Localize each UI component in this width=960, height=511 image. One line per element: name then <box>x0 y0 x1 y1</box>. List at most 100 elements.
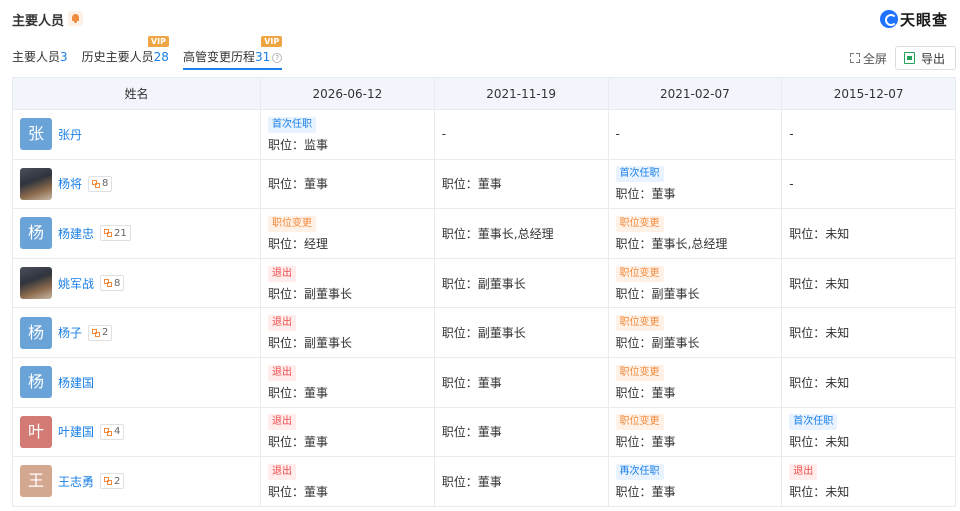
change-cell: 职位：未知 <box>781 208 956 259</box>
change-type-badge: 退出 <box>789 463 818 480</box>
change-type-badge: 职位变更 <box>615 315 664 332</box>
position-text: 职位：董事 <box>441 425 502 440</box>
change-cell: 首次任职 职位：董事 <box>607 158 783 210</box>
change-cell: 职位：董事 <box>433 406 609 458</box>
relation-icon <box>92 328 101 337</box>
relation-icon <box>104 427 113 436</box>
avatar[interactable] <box>20 167 52 200</box>
person-cell: 张张丹 <box>12 109 261 160</box>
related-companies-badge[interactable]: 8 <box>88 175 113 192</box>
vip-badge: VIP <box>147 36 169 47</box>
table-row: 杨杨建忠 21 职位变更 职位：经理 职位：董事长,总经理 职位变更 职位：董事长,总经理职… <box>12 208 956 259</box>
change-cell: 职位变更职位：副董事长 <box>607 307 783 358</box>
related-companies-badge[interactable]: 21 <box>100 225 131 242</box>
position-text: - <box>789 176 794 191</box>
column-header-date: 2026-06-12 <box>260 77 435 110</box>
change-cell: 职位：董事长,总经理 <box>433 208 609 259</box>
person-name-link[interactable]: 姚军战 <box>58 275 94 292</box>
change-cell: - <box>433 109 609 160</box>
position-text: 职位：董事 <box>441 177 502 192</box>
logo[interactable]: 天眼查 <box>879 8 948 30</box>
tab-history-personnel[interactable]: VIP 历史主要人员28 <box>81 36 169 70</box>
change-cell: 职位变更 职位：董事长,总经理 <box>607 208 783 259</box>
position-text: 职位：董事 <box>615 385 676 400</box>
person-name-link[interactable]: 张丹 <box>58 126 82 143</box>
related-count: 8 <box>114 277 121 289</box>
position-text: - <box>789 127 794 142</box>
column-header-date: 2021-11-19 <box>433 77 609 110</box>
change-type-badge: 职位变更 <box>615 215 664 232</box>
person-cell: 王王志勇 2 <box>12 456 261 507</box>
avatar[interactable]: 杨 <box>20 366 52 399</box>
tab-executive-changes[interactable]: VIP 高管变更历程31? <box>182 36 283 70</box>
page-title: 主要人员 <box>12 14 65 29</box>
logo-text: 天眼查 <box>899 10 948 29</box>
help-icon[interactable]: ? <box>272 53 283 63</box>
table-row: 杨杨子 2 退出 职位：副董事长 职位：副董事长 职位变更 职位：副董事长 职位：未知 <box>12 307 956 358</box>
change-cell: 职位：未知 <box>781 356 956 408</box>
change-type-badge: 退出 <box>268 315 296 332</box>
related-companies-badge[interactable]: 8 <box>100 275 125 292</box>
change-cell: 退出 职位：董事 <box>260 406 435 458</box>
change-cell: 退出 职位：副董事长 <box>260 307 435 358</box>
change-cell: 首次任职 职位：未知 <box>781 406 956 458</box>
change-cell: - <box>781 158 956 210</box>
table-row: 杨杨建国 退出 职位：董事 职位：董事 职位变更 职位：董事 职位：未知 <box>12 356 956 408</box>
bell-icon[interactable] <box>68 11 83 26</box>
avatar[interactable]: 杨 <box>20 217 52 250</box>
position-text: 职位：副董事长 <box>268 286 353 301</box>
excel-icon <box>903 52 915 64</box>
position-text: 职位：董事 <box>441 474 502 489</box>
person-name-link[interactable]: 杨将 <box>58 175 82 192</box>
person-name-link[interactable]: 杨子 <box>58 324 82 341</box>
person-cell: 姚军战 8 <box>12 257 261 309</box>
related-count: 8 <box>102 178 109 190</box>
person-cell: 杨杨子 2 <box>12 307 261 358</box>
related-count: 21 <box>114 227 127 239</box>
tianyancha-logo-icon <box>879 10 898 28</box>
position-text: 职位：副董事长 <box>615 286 700 301</box>
person-name-link[interactable]: 杨建国 <box>58 374 94 391</box>
change-cell: - <box>781 109 956 160</box>
change-cell: - <box>607 109 783 160</box>
related-companies-badge[interactable]: 2 <box>100 473 125 490</box>
change-type-badge: 职位变更 <box>615 414 664 431</box>
change-cell: 职位：未知 <box>781 257 956 309</box>
avatar[interactable] <box>20 267 52 300</box>
avatar[interactable]: 叶 <box>20 415 52 448</box>
person-cell: 杨杨建国 <box>12 356 261 408</box>
vip-badge: VIP <box>261 36 283 47</box>
position-text: 职位：副董事长 <box>615 336 700 351</box>
person-name-link[interactable]: 叶建国 <box>58 423 94 440</box>
tab-main-personnel[interactable]: 主要人员3 <box>12 44 68 70</box>
export-button[interactable]: 导出 <box>894 46 956 70</box>
change-type-badge: 再次任职 <box>615 463 664 480</box>
change-type-badge: 职位变更 <box>615 265 664 282</box>
related-count: 2 <box>114 475 121 487</box>
relation-icon <box>92 179 101 188</box>
avatar[interactable]: 王 <box>20 465 52 498</box>
position-text: 职位：经理 <box>268 236 329 251</box>
change-cell: 职位：董事 <box>260 158 435 210</box>
change-type-badge: 首次任职 <box>789 414 838 431</box>
position-text: 职位：副董事长 <box>441 326 526 341</box>
header: 主要人员 天眼查 <box>12 8 948 30</box>
change-type-badge: 职位变更 <box>268 215 316 232</box>
fullscreen-button[interactable]: 全屏 <box>849 50 887 67</box>
change-type-badge: 首次任职 <box>615 166 664 183</box>
person-name-link[interactable]: 王志勇 <box>58 473 94 490</box>
change-type-badge: 退出 <box>268 463 296 480</box>
position-text: 职位：副董事长 <box>441 276 526 291</box>
relation-icon <box>104 229 113 238</box>
avatar[interactable]: 张 <box>20 118 52 151</box>
executive-change-table: 姓名 2026-06-12 2021-11-19 2021-02-07 2015-12-… <box>12 77 956 507</box>
tab-label: 历史主要人员 <box>81 50 154 64</box>
avatar[interactable]: 杨 <box>20 316 52 349</box>
position-text: 职位：董事 <box>615 484 676 499</box>
related-companies-badge[interactable]: 4 <box>100 423 125 440</box>
position-text: 职位：董事 <box>441 375 502 390</box>
related-companies-badge[interactable]: 2 <box>88 324 113 341</box>
column-header-date: 2021-02-07 <box>607 77 783 110</box>
tab-label: 高管变更历程 <box>182 50 255 64</box>
person-name-link[interactable]: 杨建忠 <box>58 225 94 242</box>
